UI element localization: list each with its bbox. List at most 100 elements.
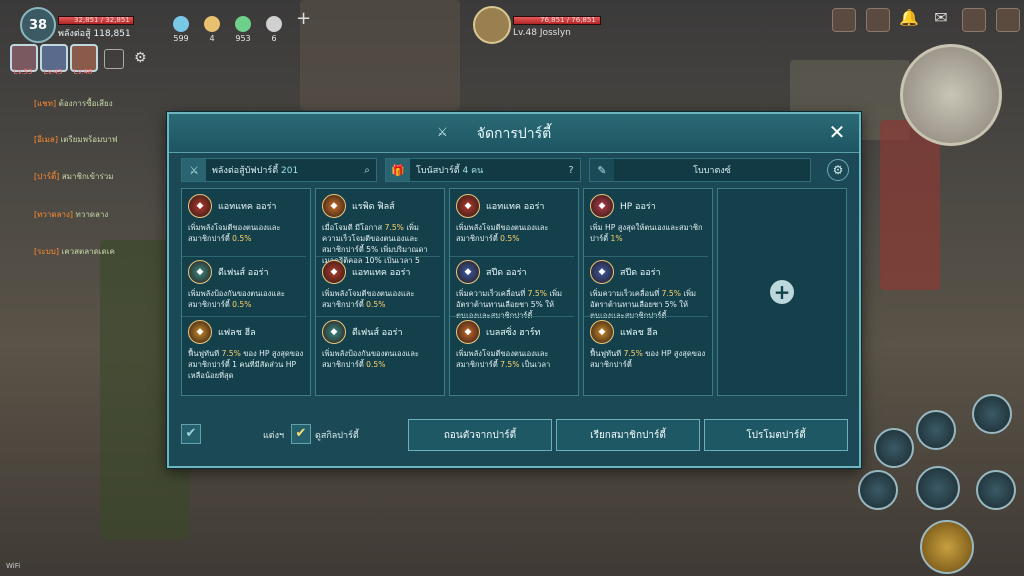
add-icon[interactable]: + [296,8,311,29]
skill-name: แฟลช ฮีล [620,328,658,338]
divider [316,256,440,257]
promote-party-button[interactable]: โปรโมตปาร์ตี้ [704,419,848,451]
bell-icon[interactable]: 🔔 [898,8,920,30]
skill-desc-value: 7.5% [623,349,643,358]
divider [316,316,440,317]
party-member-column[interactable]: ◆ HP ออร่า เพิ่ม HP สูงสุดให้ตนเองและสมาชิ… [583,188,713,396]
skill-button[interactable] [976,470,1016,510]
party-bonus-value: 4 คน [462,166,484,176]
flash-heal-icon: ◆ [188,320,212,344]
party-bonus-text: โบนัสปาร์ตี้ 4 คน [410,163,562,177]
attack-aura-icon: ◆ [322,260,346,284]
skill-desc-value: 0.5% [232,234,252,243]
skill-button[interactable] [858,470,898,510]
ticket-icon [204,16,220,32]
skill-desc-value: 0.5% [232,300,252,309]
attack-aura-icon: ◆ [456,194,480,218]
target-icon[interactable] [104,49,124,69]
skill-desc-text: เพิ่มความเร็วเคลื่อนที่ [590,289,662,298]
chat-line[interactable]: [ทวาดลาง] ทวาดลาง [34,208,108,221]
gift-icon[interactable] [866,8,890,32]
skill-entry-header: ◆ แรพิด ฟิลส์ [322,193,440,219]
attack-button[interactable] [920,520,974,574]
skill-name: แอทแทค ออร่า [486,202,545,212]
resource-gem-value: 599 [173,34,189,43]
skill-desc-text: เพิ่ม HP สูงสุดให้ตนเองและสมาชิกปาร์ตี้ [590,223,703,243]
speed-aura-icon: ◆ [456,260,480,284]
minimap[interactable] [900,44,1002,146]
skill-desc-value: 7.5% [661,289,681,298]
resource-gem[interactable]: 599 [166,16,196,43]
shop-icon[interactable] [996,8,1020,32]
swords-icon: ⚔ [182,159,206,181]
skill-description: ฟื้นฟูทันที 7.5% ของ HP สูงสุดของสมาชิกป… [590,348,706,370]
skill-description: เพิ่ม HP สูงสุดให้ตนเองและสมาชิกปาร์ตี้ … [590,222,706,244]
skill-entry: ◆ แฟลช ฮีล ฟื้นฟูทันที 7.5% ของ HP สูงสุดข… [590,319,708,370]
divider [584,256,708,257]
auto-accept-checkbox[interactable]: ✔ [181,424,201,444]
party-member-column[interactable]: ◆ แอทแทค ออร่า เพิ่มพลังโจมตีของตนเองและสม… [181,188,311,396]
settings-icon[interactable]: ⚙ [134,50,147,66]
skill-name: แอทแทค ออร่า [218,202,277,212]
party-manage-dialog: ⚔ จัดการปาร์ตี้ ✕ ⚔ พลังต่อสู้บัฟปาร์ตี้… [167,112,861,468]
search-icon[interactable]: ⌕ [358,165,376,176]
skill-entry: ◆ สปีด ออร่า เพิ่มความเร็วเคลื่อนที่ 7.5% … [456,259,574,321]
resource-ticket[interactable]: 4 [197,16,227,43]
menu-icon[interactable] [962,8,986,32]
party-member-level: Lv.43 [43,68,63,76]
chat-line[interactable]: [อีเมล] เตรียมพร้อมบาฟ [34,133,118,146]
add-member-slot[interactable]: + [717,188,847,396]
party-member-level: Lv.53 [13,68,33,76]
player-hp-text: 32,851 / 32,851 [74,16,130,24]
skill-entry: ◆ แอทแทค ออร่า เพิ่มพลังโจมตีของตนเองและสม… [188,193,306,244]
view-skills-checkbox[interactable]: ✔ [291,424,311,444]
leave-party-button[interactable]: ถอนตัวจากปาร์ตี้ [408,419,552,451]
resource-stamina[interactable]: 953 [228,16,258,43]
skill-button[interactable] [874,428,914,468]
skill-entry: ◆ สปีด ออร่า เพิ่มความเร็วเคลื่อนที่ 7.5% … [590,259,708,321]
skill-name: HP ออร่า [620,202,656,212]
buff-name-text: โบบาตงซ์ [693,166,731,176]
chat-line[interactable]: [แชท] ต้องการซื้อเสียง [34,97,113,110]
chat-text: เควสตลาดเดเค [61,247,115,256]
call-members-button[interactable]: เรียกสมาชิกปาร์ตี้ [556,419,700,451]
skill-desc-value: 1% [610,234,623,243]
resource-person-value: 6 [271,34,277,43]
player-level-badge[interactable]: 38 [20,7,56,43]
skill-name: แฟลช ฮีล [218,328,256,338]
dialog-footer: ✔ แต่งฯ ✔ ดูสกิลปาร์ตี้ ถอนตัวจากปาร์ตี้… [169,402,859,462]
skill-button[interactable] [972,394,1012,434]
blessing-heart-icon: ◆ [456,320,480,344]
skill-name: แรพิด ฟิลส์ [352,202,395,212]
dialog-title: จัดการปาร์ตี้ [476,126,552,142]
divider [182,256,306,257]
chat-line[interactable]: [ระบบ] เควสตลาดเดเค [34,245,115,258]
target-avatar[interactable] [473,6,511,44]
mail-icon[interactable]: ✉ [930,8,952,30]
chat-text: ต้องการซื้อเสียง [58,99,113,108]
buff-name-field[interactable]: ✎ โบบาตงซ์ [589,158,811,182]
event-icon[interactable] [832,8,856,32]
gear-icon[interactable]: ⚙ [827,159,849,181]
dialog-header: ⚔ จัดการปาร์ตี้ ✕ [169,114,859,153]
chat-tag: [ปาร์ตี้] [34,172,60,181]
party-power-bar: ⚔ พลังต่อสู้บัฟปาร์ตี้ 201 ⌕ [181,158,377,182]
help-icon[interactable]: ? [562,165,580,176]
close-button[interactable]: ✕ [825,120,849,144]
skill-entry: ◆ แอทแทค ออร่า เพิ่มพลังโจมตีของตนเองและสม… [456,193,574,244]
party-member-column[interactable]: ◆ แอทแทค ออร่า เพิ่มพลังโจมตีของตนเองและสม… [449,188,579,396]
party-member-column[interactable]: ◆ แรพิด ฟิลส์ เมื่อโจมตี มีโอกาส 7.5% เพิ่… [315,188,445,396]
party-power-label: พลังต่อสู้บัฟปาร์ตี้ [212,166,279,176]
skill-entry: ◆ แอทแทค ออร่า เพิ่มพลังโจมตีของตนเองและสม… [322,259,440,310]
skill-desc-value: 0.5% [366,360,386,369]
divider [450,256,574,257]
skill-desc-value: 0.5% [366,300,386,309]
pencil-icon: ✎ [590,159,614,181]
chat-line[interactable]: [ปาร์ตี้] สมาชิกเข้าร่วม [34,170,114,183]
skill-desc-text: เป็นเวลา [519,360,551,369]
skill-button[interactable] [916,466,960,510]
target-hp-text: 76,851 / 76,851 [540,16,596,24]
skill-button[interactable] [916,410,956,450]
resource-person[interactable]: 6 [259,16,289,43]
skill-entry-header: ◆ แอทแทค ออร่า [456,193,574,219]
